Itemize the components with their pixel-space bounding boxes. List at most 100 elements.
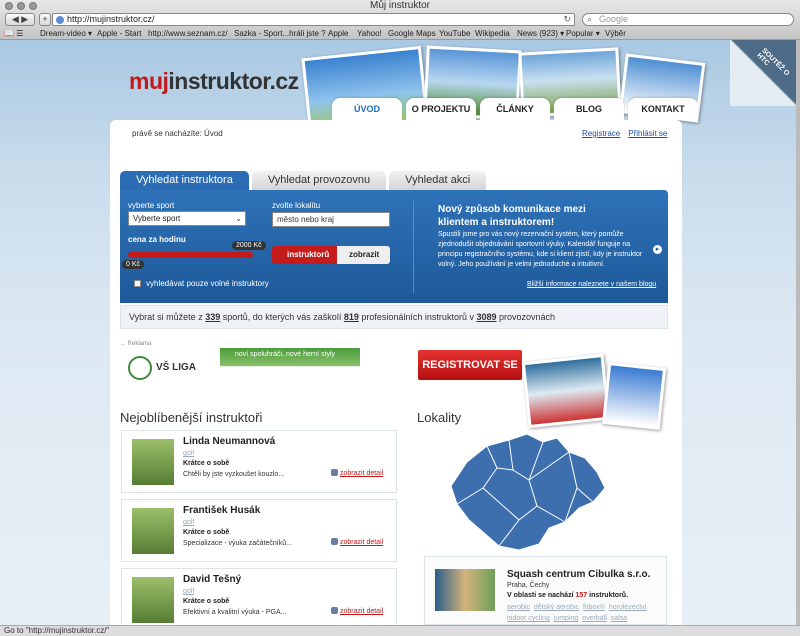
sport-tag[interactable]: dětský aerobic: [534, 604, 579, 611]
about-label: Krátce o sobě: [183, 460, 230, 467]
bookmarks-icon[interactable]: 📖 ☰: [4, 28, 23, 40]
next-arrow-icon[interactable]: ▸: [653, 245, 662, 254]
instructor-desc: Specializace - výuka začátečníků...: [183, 540, 292, 547]
login-link[interactable]: Přihlásit se: [628, 129, 667, 138]
tab-find-event[interactable]: Vyhledat akci: [389, 171, 487, 190]
venue-photo[interactable]: [435, 569, 495, 611]
bookmark-item[interactable]: Yahoo!: [357, 28, 382, 40]
venue-instructor-count: V oblasti se nachází 157 instruktorů.: [507, 592, 628, 599]
sports-count[interactable]: 339: [205, 312, 220, 322]
promo-text: Spustili jsme pro vás nový rezervační sy…: [438, 231, 643, 268]
instructor-name[interactable]: Linda Neumannová: [183, 436, 275, 447]
site-logo[interactable]: mujinstruktor.cz: [129, 68, 299, 95]
sport-tag[interactable]: jumping: [554, 615, 579, 622]
bookmark-item[interactable]: YouTube: [439, 28, 470, 40]
content-panel: právě se nacházíte: Úvod Registrace Přihl…: [110, 120, 682, 625]
zoom-window-icon[interactable]: [29, 2, 37, 10]
window-title: Můj instruktor: [0, 0, 800, 13]
ad-banner-text: noví spoluhráči, nové herní styly: [235, 351, 335, 358]
main-nav: ÚVOD O PROJEKTU ČLÁNKY BLOG KONTAKT: [332, 98, 702, 120]
venues-count[interactable]: 3089: [476, 312, 496, 322]
nav-clanky[interactable]: ČLÁNKY: [480, 98, 550, 120]
instructor-sport[interactable]: golf: [183, 588, 194, 595]
instructor-name[interactable]: David Tešný: [183, 574, 241, 585]
sport-tag[interactable]: aerobic: [507, 604, 530, 611]
nav-o-projektu[interactable]: O PROJEKTU: [406, 98, 476, 120]
promo-photo-rafting: [521, 353, 611, 429]
bookmark-item[interactable]: News (923) ▾: [517, 28, 564, 40]
bookmark-item[interactable]: Apple - Start: [97, 28, 141, 40]
instructor-photo[interactable]: [132, 439, 174, 485]
new-tab-button[interactable]: +: [39, 13, 51, 26]
czech-regions-map[interactable]: [447, 428, 607, 556]
instructor-name[interactable]: František Husák: [183, 505, 260, 516]
venue-name[interactable]: Squash centrum Cibulka s.r.o.: [507, 569, 650, 580]
free-only-checkbox[interactable]: [134, 280, 141, 287]
address-bar[interactable]: http://mujinstruktor.cz/ ↻: [52, 13, 575, 26]
instructor-sport[interactable]: golf: [183, 450, 194, 457]
bookmark-item[interactable]: Výběr: [605, 28, 626, 40]
bookmark-item[interactable]: Google Maps: [388, 28, 436, 40]
location-label: zvolte lokalitu: [272, 201, 321, 210]
ad-banner[interactable]: noví spoluhráči, nové herní styly: [220, 348, 360, 388]
tab-find-instructor[interactable]: Vyhledat instruktora: [120, 171, 249, 190]
bookmark-item[interactable]: Sazka - Sport...hráli jste ?: [234, 28, 326, 40]
window-controls[interactable]: [5, 2, 37, 10]
search-field[interactable]: ⌕ Google: [582, 13, 794, 26]
web-page: mujinstruktor.cz SOUTĚŽ O HTC ÚVOD O PRO…: [0, 40, 796, 625]
nav-kontakt[interactable]: KONTAKT: [628, 98, 698, 120]
window-title-text: Můj instruktor: [369, 0, 430, 11]
sport-tag[interactable]: fitbox®: [583, 604, 605, 611]
register-link[interactable]: Registrace: [582, 129, 620, 138]
back-forward-button[interactable]: ◀ ▶: [5, 13, 35, 26]
show-detail-link[interactable]: zobrazit detail: [331, 538, 383, 546]
promo-blog-link[interactable]: Bližší informace naleznete v našem blogu: [527, 281, 656, 288]
show-results-button[interactable]: instruktorů zobrazit: [272, 246, 390, 264]
show-detail-link[interactable]: zobrazit detail: [331, 469, 383, 477]
vs-liga-ad[interactable]: VŠ LIGA: [128, 356, 203, 380]
localities-title: Lokality: [417, 410, 462, 425]
contest-ribbon-text: SOUTĚŽ O HTC: [755, 47, 791, 78]
reload-icon[interactable]: ↻: [563, 14, 571, 25]
show-detail-link[interactable]: zobrazit detail: [331, 607, 383, 615]
bookmark-item[interactable]: Wikipedia: [475, 28, 510, 40]
popular-instructors-title: Nejoblíbenější instruktoři: [120, 410, 263, 425]
contest-ribbon[interactable]: SOUTĚŽ O HTC: [730, 40, 796, 106]
stats-text: sportů, do kterých vás zaškolí: [222, 312, 342, 322]
instructors-count[interactable]: 819: [344, 312, 359, 322]
globe-icon: [56, 16, 64, 24]
ad-label: ← Reklama: [120, 341, 152, 347]
search-icon: ⌕: [587, 14, 593, 24]
close-window-icon[interactable]: [5, 2, 13, 10]
minimize-window-icon[interactable]: [17, 2, 25, 10]
page-scrollbar[interactable]: [796, 40, 800, 625]
sport-tag[interactable]: horolezectví: [609, 604, 647, 611]
sport-select-value: Vyberte sport: [133, 214, 181, 223]
bookmark-item[interactable]: http://www.seznam.cz/: [148, 28, 228, 40]
price-slider[interactable]: [128, 252, 253, 258]
stats-text: provozovnách: [499, 312, 556, 322]
bookmarks-bar: 📖 ☰ Dream-video ▾ Apple - Start http://w…: [0, 28, 800, 40]
bookmark-item[interactable]: Popular ▾: [566, 28, 600, 40]
register-button[interactable]: REGISTROVAT SE: [418, 350, 522, 380]
sport-tag[interactable]: salsa: [611, 615, 627, 622]
nav-blog[interactable]: BLOG: [554, 98, 624, 120]
featured-venue[interactable]: Squash centrum Cibulka s.r.o. Praha, Čec…: [424, 556, 667, 625]
sport-select[interactable]: Vyberte sport ⌄: [128, 211, 246, 226]
price-max-handle[interactable]: 2000 Kč: [232, 241, 266, 250]
logo-part-red: muj: [129, 68, 169, 94]
instructor-sport[interactable]: golf: [183, 519, 194, 526]
instructor-photo[interactable]: [132, 508, 174, 554]
tab-find-venue[interactable]: Vyhledat provozovnu: [251, 171, 387, 190]
price-min-handle[interactable]: 0 Kč: [122, 260, 145, 269]
sport-tag[interactable]: indoor cycling: [507, 615, 550, 622]
bookmark-item[interactable]: Dream-video ▾: [40, 28, 92, 40]
sport-tag[interactable]: overball: [582, 615, 607, 622]
bookmark-item[interactable]: Apple: [328, 28, 348, 40]
instructor-card[interactable]: David Tešný golf Krátce o sobě Efektivní…: [121, 568, 397, 625]
instructor-card[interactable]: František Husák golf Krátce o sobě Speci…: [121, 499, 397, 562]
instructor-card[interactable]: Linda Neumannová golf Krátce o sobě Chtě…: [121, 430, 397, 493]
nav-uvod[interactable]: ÚVOD: [332, 98, 402, 120]
location-input[interactable]: město nebo kraj: [272, 212, 390, 227]
instructor-photo[interactable]: [132, 577, 174, 623]
